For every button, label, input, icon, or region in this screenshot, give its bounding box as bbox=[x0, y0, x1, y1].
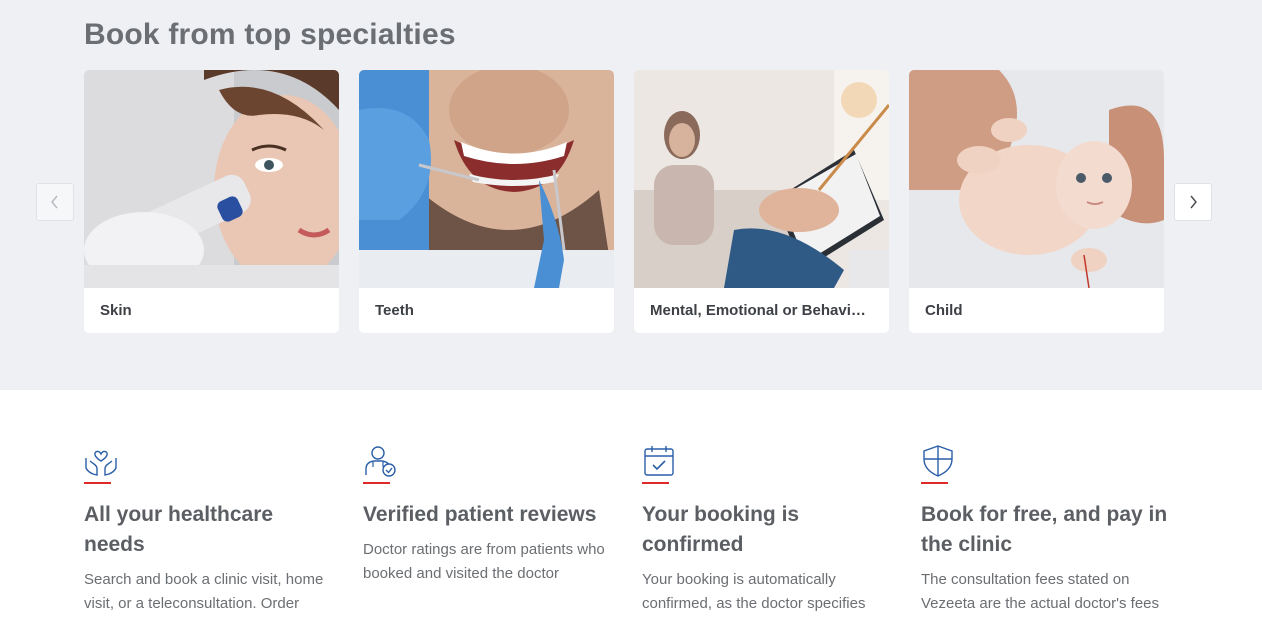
carousel-prev-button[interactable] bbox=[36, 183, 74, 221]
woman-skin-treatment-photo bbox=[84, 70, 339, 288]
feature-description: Your booking is automatically confirmed,… bbox=[642, 571, 866, 612]
feature-verified-reviews: Verified patient reviews Doctor ratings … bbox=[363, 444, 613, 586]
hands-heart-icon bbox=[85, 450, 117, 476]
features-section: All your healthcare needs Search and boo… bbox=[0, 390, 1262, 619]
section-title: Book from top specialties bbox=[84, 18, 456, 51]
specialty-card-skin[interactable]: Skin bbox=[84, 70, 339, 333]
baby-photo bbox=[909, 70, 1164, 288]
specialty-card-mental[interactable]: Mental, Emotional or Behavioral Disorder… bbox=[634, 70, 889, 333]
feature-title: Verified patient reviews bbox=[363, 503, 597, 526]
smiling-man-dental-photo bbox=[359, 70, 614, 288]
feature-title: All your healthcare needs bbox=[84, 503, 274, 556]
chevron-right-icon bbox=[1190, 195, 1197, 209]
specialty-card-teeth[interactable]: Teeth bbox=[359, 70, 614, 333]
chevron-left-icon bbox=[51, 195, 58, 209]
specialty-label: Child bbox=[925, 302, 963, 319]
feature-booking-confirmed: Your booking is confirmed Your booking i… bbox=[642, 444, 892, 616]
shield-icon bbox=[923, 445, 953, 477]
feature-description: The consultation fees stated on Vezeeta … bbox=[921, 571, 1160, 612]
title-accent-line bbox=[921, 482, 948, 484]
doctor-check-icon bbox=[365, 446, 396, 477]
title-accent-line bbox=[642, 482, 669, 484]
specialty-label: Mental, Emotional or Behavioral Disorder… bbox=[650, 302, 875, 319]
specialty-label: Skin bbox=[100, 302, 132, 319]
specialty-label: Teeth bbox=[375, 302, 414, 319]
feature-title: Book for free, and pay in the clinic bbox=[921, 503, 1168, 556]
feature-pay-in-clinic: Book for free, and pay in the clinic The… bbox=[921, 444, 1171, 616]
feature-description: Search and book a clinic visit, home vis… bbox=[84, 571, 324, 612]
specialty-card-child[interactable]: Child bbox=[909, 70, 1164, 333]
specialties-section: Book from top specialties Skin Teeth Men… bbox=[0, 0, 1262, 390]
feature-healthcare-needs: All your healthcare needs Search and boo… bbox=[84, 444, 334, 616]
feature-description: Doctor ratings are from patients who boo… bbox=[363, 541, 605, 582]
feature-title: Your booking is confirmed bbox=[642, 503, 800, 556]
carousel-next-button[interactable] bbox=[1174, 183, 1212, 221]
calendar-check-icon bbox=[644, 446, 674, 476]
title-accent-line bbox=[363, 482, 390, 484]
title-accent-line bbox=[84, 482, 111, 484]
therapy-session-photo bbox=[634, 70, 889, 288]
